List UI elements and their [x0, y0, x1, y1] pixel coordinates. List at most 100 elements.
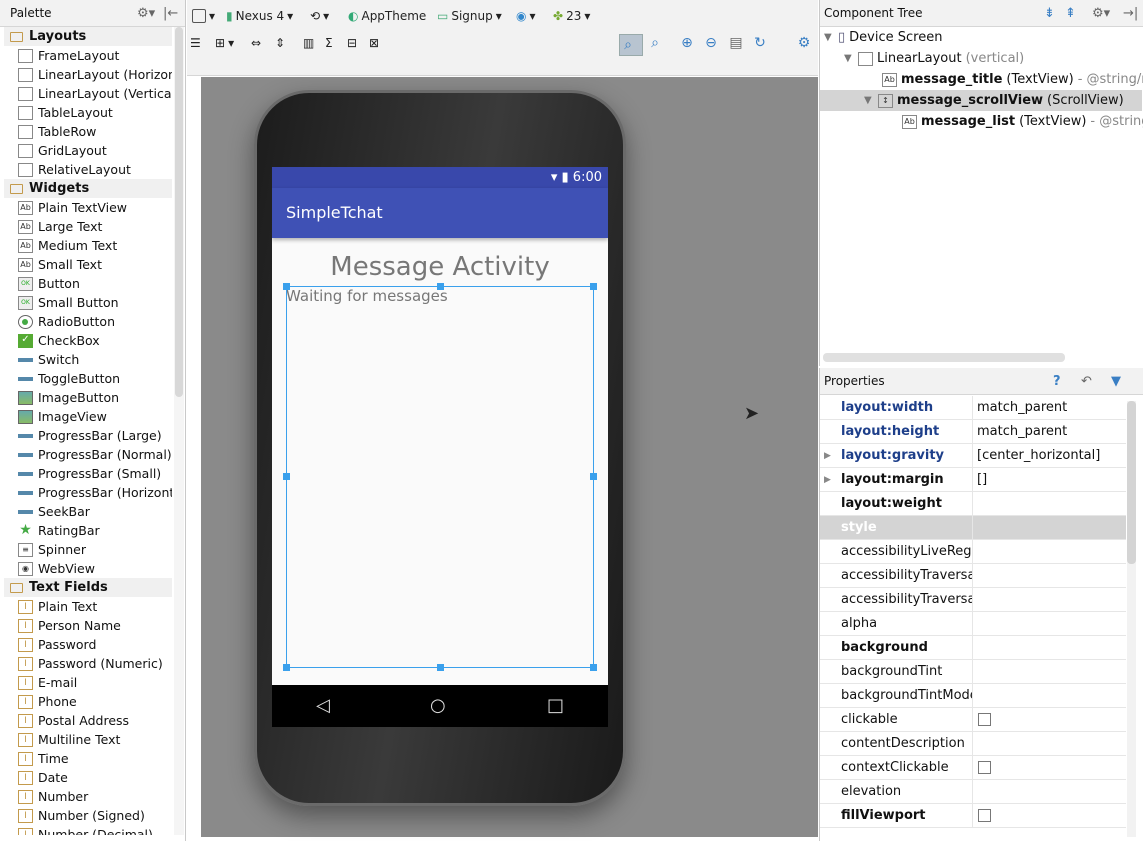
properties-scrollbar[interactable]	[1127, 401, 1136, 837]
property-value[interactable]	[972, 564, 1126, 588]
property-value[interactable]	[972, 708, 1126, 732]
resize-handle[interactable]	[283, 473, 290, 480]
filter-icon[interactable]: ▼	[1111, 368, 1121, 395]
property-row[interactable]: background	[820, 636, 1126, 660]
property-row[interactable]: ▶ layout:margin []	[820, 468, 1126, 492]
palette-category[interactable]: Text Fields	[4, 578, 172, 597]
property-row[interactable]: fillViewport	[820, 804, 1126, 828]
palette-item[interactable]: ImageView	[4, 407, 172, 426]
property-value[interactable]	[972, 516, 1126, 540]
device-selector[interactable]: ▮ Nexus 4 ▾	[226, 8, 293, 24]
property-row[interactable]: backgroundTintMode	[820, 684, 1126, 708]
clear-button[interactable]: ⊠	[369, 35, 379, 51]
palette-item[interactable]: OK Button	[4, 274, 172, 293]
property-value[interactable]: [center_horizontal]	[972, 444, 1126, 468]
property-row[interactable]: layout:weight	[820, 492, 1126, 516]
zoom-fit-button[interactable]: ⌕	[619, 34, 643, 56]
property-row[interactable]: contentDescription	[820, 732, 1126, 756]
tree-node-message-scrollview[interactable]: ▼ ↕ message_scrollView (ScrollView)	[820, 90, 1142, 111]
property-value[interactable]: match_parent	[972, 396, 1126, 420]
property-checkbox[interactable]	[978, 761, 991, 774]
property-value[interactable]	[972, 756, 1126, 780]
resize-handle[interactable]	[590, 473, 597, 480]
property-row[interactable]: style	[820, 516, 1126, 540]
palette-item[interactable]: ProgressBar (Large)	[4, 426, 172, 445]
palette-item[interactable]: I E-mail	[4, 673, 172, 692]
resize-handle[interactable]	[283, 664, 290, 671]
property-value[interactable]	[972, 588, 1126, 612]
palette-item[interactable]: ProgressBar (Horizontal)	[4, 483, 172, 502]
palette-item[interactable]: GridLayout	[4, 141, 172, 160]
zoom-in-button[interactable]: ⊕	[679, 35, 695, 51]
property-value[interactable]	[972, 636, 1126, 660]
property-row[interactable]: accessibilityTraversalBefore	[820, 588, 1126, 612]
palette-item[interactable]: I Postal Address	[4, 711, 172, 730]
expand-arrow-icon[interactable]: ▶	[824, 468, 831, 492]
tree-node-device-screen[interactable]: ▼ ▯ Device Screen	[824, 27, 942, 48]
align-button[interactable]: ⊟	[347, 35, 357, 51]
property-checkbox[interactable]	[978, 809, 991, 822]
tree-node-linearlayout[interactable]: ▼ LinearLayout (vertical)	[844, 48, 1024, 69]
palette-item[interactable]: ProgressBar (Small)	[4, 464, 172, 483]
layout-variant-button[interactable]: ▾	[192, 8, 215, 24]
palette-item[interactable]: Switch	[4, 350, 172, 369]
property-row[interactable]: accessibilityTraversalAfter	[820, 564, 1126, 588]
palette-item[interactable]: I Person Name	[4, 616, 172, 635]
palette-item[interactable]: ToggleButton	[4, 369, 172, 388]
zoom-actual-button[interactable]: ⌕	[647, 35, 663, 51]
message-title-text[interactable]: Message Activity	[272, 252, 608, 282]
palette-item[interactable]: ImageButton	[4, 388, 172, 407]
palette-item[interactable]: LinearLayout (Horizontal)	[4, 65, 172, 84]
palette-item[interactable]: I Phone	[4, 692, 172, 711]
palette-item[interactable]: I Date	[4, 768, 172, 787]
palette-item[interactable]: OK Small Button	[4, 293, 172, 312]
palette-item[interactable]: I Plain Text	[4, 597, 172, 616]
palette-item[interactable]: I Number (Decimal)	[4, 825, 172, 835]
property-row[interactable]: layout:width match_parent	[820, 396, 1126, 420]
activity-selector[interactable]: ▭ Signup ▾	[437, 8, 502, 24]
property-value[interactable]	[972, 492, 1126, 516]
property-value[interactable]: match_parent	[972, 420, 1126, 444]
property-value[interactable]	[972, 684, 1126, 708]
property-value[interactable]	[972, 804, 1126, 828]
expand-arrow-icon[interactable]: ▶	[824, 444, 831, 468]
tree-node-message-list[interactable]: Ab message_list(TextView)- @string	[902, 111, 1143, 132]
orientation-button[interactable]: ⟲ ▾	[310, 8, 329, 24]
property-row[interactable]: clickable	[820, 708, 1126, 732]
hide-panel-icon[interactable]: →|	[1123, 0, 1138, 27]
weight-button[interactable]: Σ	[325, 35, 333, 51]
api-level-selector[interactable]: ✤ 23 ▾	[553, 8, 590, 24]
hide-panel-icon[interactable]: |←	[163, 0, 178, 27]
tree-node-message-title[interactable]: Ab message_title(TextView)- @string/m	[882, 69, 1143, 90]
recents-icon[interactable]: □	[547, 685, 564, 727]
palette-item[interactable]: I Multiline Text	[4, 730, 172, 749]
property-value[interactable]	[972, 732, 1126, 756]
config-button[interactable]: ⊞ ▾	[215, 35, 234, 51]
palette-scrollbar[interactable]	[174, 27, 184, 835]
palette-item[interactable]: I Number (Signed)	[4, 806, 172, 825]
palette-item[interactable]: Ab Large Text	[4, 217, 172, 236]
preview-button[interactable]: ▤	[728, 35, 744, 51]
scrollview-selection[interactable]	[283, 283, 597, 671]
distribute-button[interactable]: ▥	[303, 35, 314, 51]
resize-handle[interactable]	[437, 283, 444, 290]
resize-handle[interactable]	[437, 664, 444, 671]
resize-handle[interactable]	[590, 283, 597, 290]
property-value[interactable]: []	[972, 468, 1126, 492]
tree-horizontal-scrollbar[interactable]	[823, 353, 1065, 362]
refresh-button[interactable]: ↻	[752, 35, 768, 51]
property-row[interactable]: alpha	[820, 612, 1126, 636]
palette-item[interactable]: Ab Plain TextView	[4, 198, 172, 217]
settings-button[interactable]: ⚙	[796, 35, 812, 51]
palette-item[interactable]: ★ RatingBar	[4, 521, 172, 540]
property-row[interactable]: accessibilityLiveRegion	[820, 540, 1126, 564]
palette-item[interactable]: SeekBar	[4, 502, 172, 521]
zoom-out-button[interactable]: ⊖	[703, 35, 719, 51]
property-row[interactable]: ▶ layout:gravity [center_horizontal]	[820, 444, 1126, 468]
palette-item[interactable]: FrameLayout	[4, 46, 172, 65]
palette-category[interactable]: Layouts	[4, 27, 172, 46]
help-icon[interactable]: ?	[1053, 368, 1061, 395]
palette-item[interactable]: I Password	[4, 635, 172, 654]
expand-all-icon[interactable]: ⇟	[1044, 0, 1055, 27]
gear-icon[interactable]: ⚙▾	[137, 0, 155, 27]
